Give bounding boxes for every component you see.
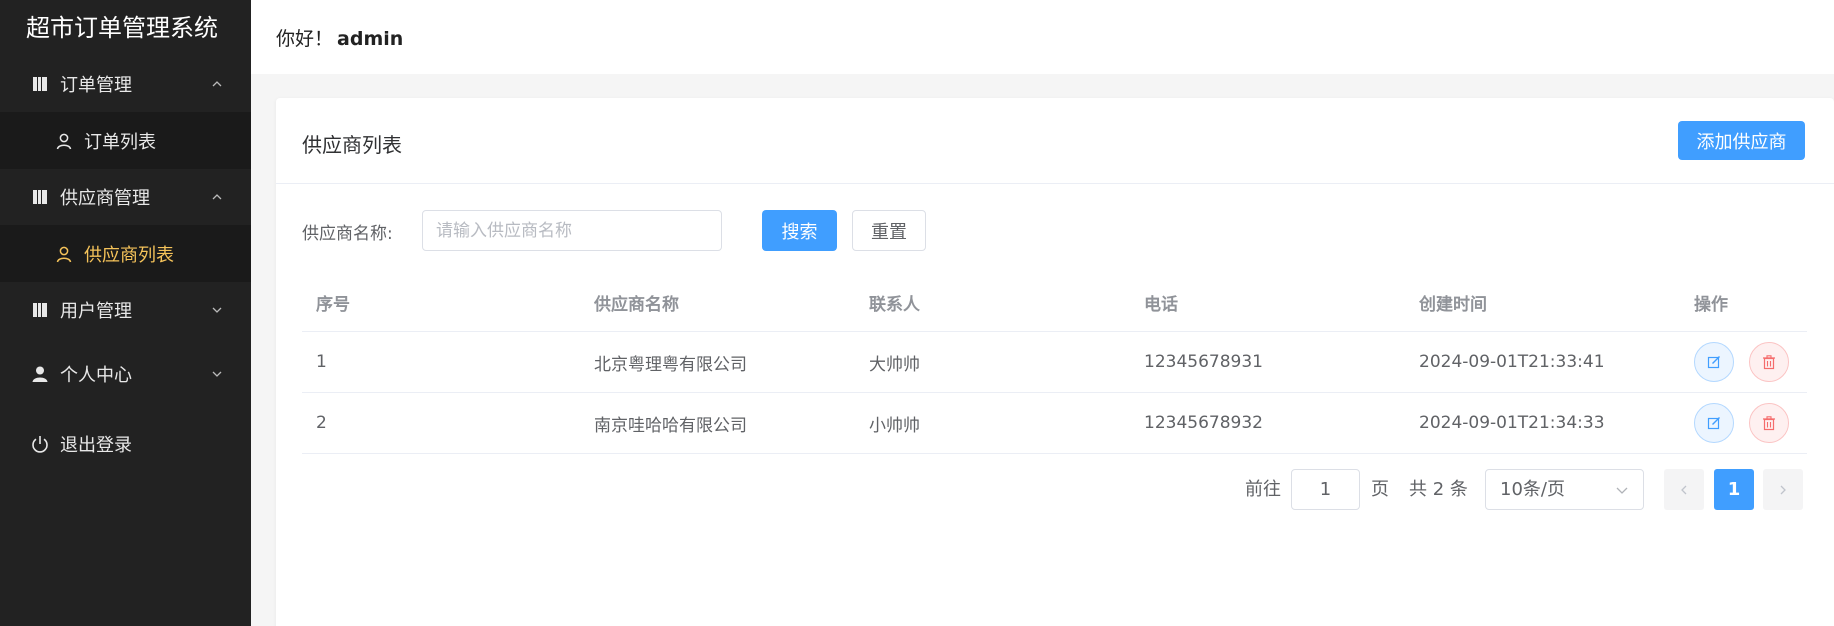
next-page-button[interactable] bbox=[1763, 469, 1803, 510]
table-row: 2 南京哇哈哈有限公司 小帅帅 12345678932 2024-09-01T2… bbox=[302, 393, 1807, 454]
edit-icon bbox=[1707, 356, 1720, 369]
cell-supplier-name: 北京粤理粤有限公司 bbox=[594, 354, 747, 375]
pagination-goto-suffix: 页 bbox=[1371, 479, 1389, 500]
add-supplier-button[interactable]: 添加供应商 bbox=[1678, 121, 1805, 160]
cell-phone: 12345678931 bbox=[1144, 352, 1263, 372]
pagination-goto-prefix: 前往 bbox=[1245, 479, 1281, 500]
sidebar-item-order-management[interactable]: 订单管理 bbox=[0, 56, 251, 112]
column-header: 操作 bbox=[1694, 295, 1728, 315]
trash-icon bbox=[1763, 416, 1775, 431]
prev-page-button[interactable] bbox=[1664, 469, 1704, 510]
user-outline-icon bbox=[54, 131, 74, 151]
book-icon bbox=[30, 187, 50, 207]
trash-icon bbox=[1763, 355, 1775, 370]
greeting: 你好！ admin bbox=[276, 24, 403, 51]
cell-index: 1 bbox=[316, 352, 327, 372]
greeting-text: 你好！ bbox=[276, 28, 334, 50]
page-size-select[interactable]: 10条/页 bbox=[1485, 469, 1644, 510]
sidebar-item-user-management[interactable]: 用户管理 bbox=[0, 282, 251, 338]
delete-button[interactable] bbox=[1749, 403, 1789, 443]
column-header: 创建时间 bbox=[1419, 295, 1487, 315]
sidebar-item-supplier-management[interactable]: 供应商管理 bbox=[0, 169, 251, 225]
sidebar: 超市订单管理系统 订单管理 订单列表 供应商管理 供应商列表 用户管理 个人中心… bbox=[0, 0, 251, 626]
page-size-value: 10条/页 bbox=[1500, 479, 1565, 500]
page-number-button[interactable]: 1 bbox=[1714, 469, 1754, 510]
cell-phone: 12345678932 bbox=[1144, 413, 1263, 433]
cell-created-time: 2024-09-01T21:34:33 bbox=[1419, 413, 1605, 433]
delete-button[interactable] bbox=[1749, 342, 1789, 382]
cell-actions bbox=[1694, 393, 1789, 453]
search-label: 供应商名称: bbox=[302, 224, 393, 244]
column-header: 序号 bbox=[316, 295, 350, 315]
sidebar-subitem-supplier-list[interactable]: 供应商列表 bbox=[0, 225, 251, 282]
sidebar-subitem-label: 供应商列表 bbox=[84, 244, 174, 266]
top-header: 你好！ admin bbox=[251, 0, 1834, 74]
page-title: 供应商列表 bbox=[302, 133, 402, 157]
book-icon bbox=[30, 300, 50, 320]
column-header: 电话 bbox=[1144, 295, 1178, 315]
card-header: 供应商列表 添加供应商 bbox=[276, 98, 1834, 184]
edit-button[interactable] bbox=[1694, 403, 1734, 443]
chevron-right-icon bbox=[1780, 485, 1786, 494]
sidebar-subitem-order-list[interactable]: 订单列表 bbox=[0, 112, 251, 169]
sidebar-item-label: 订单管理 bbox=[60, 75, 132, 96]
app-title: 超市订单管理系统 bbox=[26, 14, 218, 42]
book-icon bbox=[30, 74, 50, 94]
cell-supplier-name: 南京哇哈哈有限公司 bbox=[594, 415, 747, 436]
chevron-up-icon bbox=[212, 194, 222, 200]
search-button[interactable]: 搜索 bbox=[762, 210, 837, 251]
chevron-down-icon bbox=[212, 307, 222, 313]
supplier-table: 序号 供应商名称 联系人 电话 创建时间 操作 1 北京粤理粤有限公司 大帅帅 … bbox=[302, 274, 1807, 454]
sidebar-subitem-label: 订单列表 bbox=[84, 131, 156, 153]
chevron-up-icon bbox=[212, 81, 222, 87]
sidebar-item-label: 个人中心 bbox=[60, 364, 132, 386]
user-filled-icon bbox=[30, 364, 50, 384]
reset-button[interactable]: 重置 bbox=[852, 210, 926, 251]
table-header-row: 序号 供应商名称 联系人 电话 创建时间 操作 bbox=[302, 274, 1807, 332]
chevron-down-icon bbox=[212, 371, 222, 377]
edit-icon bbox=[1707, 417, 1720, 430]
chevron-down-icon bbox=[1616, 487, 1628, 494]
table-row: 1 北京粤理粤有限公司 大帅帅 12345678931 2024-09-01T2… bbox=[302, 332, 1807, 393]
page-jump-input[interactable] bbox=[1291, 469, 1360, 510]
sidebar-item-logout[interactable]: 退出登录 bbox=[0, 409, 251, 479]
sidebar-item-label: 退出登录 bbox=[60, 435, 132, 456]
sidebar-item-personal-center[interactable]: 个人中心 bbox=[0, 338, 251, 409]
user-outline-icon bbox=[54, 244, 74, 264]
column-header: 供应商名称 bbox=[594, 295, 679, 315]
edit-button[interactable] bbox=[1694, 342, 1734, 382]
cell-actions bbox=[1694, 332, 1789, 392]
chevron-left-icon bbox=[1681, 485, 1687, 494]
cell-created-time: 2024-09-01T21:33:41 bbox=[1419, 352, 1605, 372]
cell-contact: 小帅帅 bbox=[869, 415, 920, 436]
pagination-total: 共 2 条 bbox=[1409, 479, 1468, 500]
sidebar-item-label: 用户管理 bbox=[60, 301, 132, 322]
cell-index: 2 bbox=[316, 413, 327, 433]
username: admin bbox=[337, 28, 404, 50]
supplier-name-input[interactable] bbox=[422, 210, 722, 251]
power-icon bbox=[30, 434, 50, 454]
cell-contact: 大帅帅 bbox=[869, 354, 920, 375]
sidebar-item-label: 供应商管理 bbox=[60, 188, 150, 209]
supplier-list-card: 供应商列表 添加供应商 供应商名称: 搜索 重置 序号 供应商名称 联系人 电话… bbox=[276, 98, 1834, 626]
column-header: 联系人 bbox=[869, 295, 920, 315]
